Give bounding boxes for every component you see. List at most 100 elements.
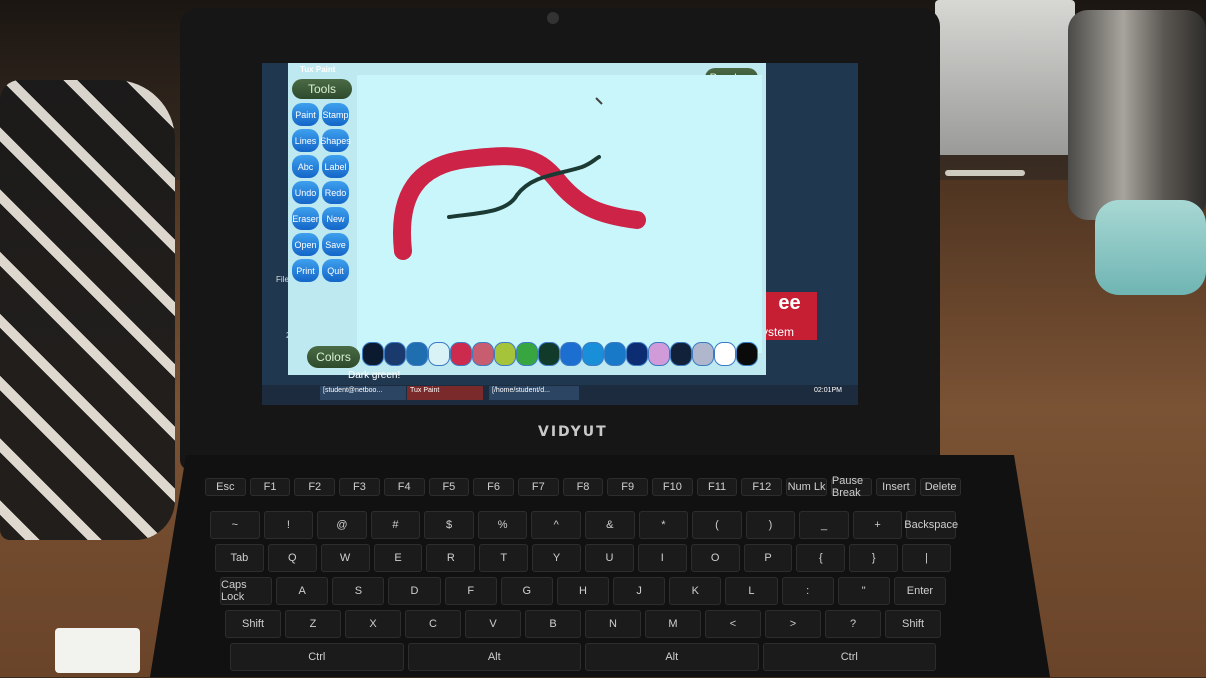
key-b[interactable]: B xyxy=(525,610,581,638)
key-enter[interactable]: Enter xyxy=(893,577,946,605)
key-x[interactable]: X xyxy=(345,610,401,638)
key-f8[interactable]: F8 xyxy=(562,478,604,496)
key--[interactable]: : xyxy=(781,577,834,605)
key-shift[interactable]: Shift xyxy=(885,610,941,638)
key--[interactable]: & xyxy=(585,511,635,539)
key-r[interactable]: R xyxy=(426,544,476,572)
color-swatch[interactable] xyxy=(406,342,428,366)
color-swatch[interactable] xyxy=(494,342,516,366)
color-swatch[interactable] xyxy=(604,342,626,366)
key--[interactable]: " xyxy=(837,577,890,605)
key-z[interactable]: Z xyxy=(285,610,341,638)
key-f6[interactable]: F6 xyxy=(473,478,514,496)
key--[interactable]: | xyxy=(902,544,951,572)
key-ctrl[interactable]: Ctrl xyxy=(230,643,404,671)
tool-new[interactable]: New xyxy=(322,207,349,230)
key-alt[interactable]: Alt xyxy=(585,643,759,671)
color-swatch[interactable] xyxy=(450,342,472,366)
key-g[interactable]: G xyxy=(500,577,553,605)
taskbar-filemanager[interactable]: [/home/student/d... xyxy=(489,386,579,400)
key-f9[interactable]: F9 xyxy=(607,478,649,496)
key-i[interactable]: I xyxy=(637,544,687,572)
tool-paint[interactable]: Paint xyxy=(292,103,319,126)
key-o[interactable]: O xyxy=(690,544,740,572)
key--[interactable]: ( xyxy=(692,511,742,539)
key-h[interactable]: H xyxy=(556,577,610,605)
key-u[interactable]: U xyxy=(585,544,634,572)
key-backspace[interactable]: Backspace xyxy=(904,511,958,539)
color-swatch[interactable] xyxy=(670,342,692,366)
key-m[interactable]: M xyxy=(645,610,701,638)
tool-stamp[interactable]: Stamp xyxy=(322,103,349,126)
key-f1[interactable]: F1 xyxy=(249,478,291,496)
color-swatch[interactable] xyxy=(428,342,450,366)
key-num-lk[interactable]: Num Lk xyxy=(786,478,827,496)
key-d[interactable]: D xyxy=(388,577,441,605)
key-p[interactable]: P xyxy=(743,544,793,572)
color-swatch[interactable] xyxy=(582,342,604,366)
key-insert[interactable]: Insert xyxy=(875,478,917,496)
color-swatch[interactable] xyxy=(362,342,384,366)
tool-redo[interactable]: Redo xyxy=(322,181,349,204)
tool-undo[interactable]: Undo xyxy=(292,181,319,204)
key--[interactable]: ! xyxy=(263,511,314,539)
key-f10[interactable]: F10 xyxy=(652,478,693,496)
tool-shapes[interactable]: Shapes xyxy=(320,129,351,152)
key-f[interactable]: F xyxy=(444,577,497,605)
key-s[interactable]: S xyxy=(332,577,385,605)
key-a[interactable]: A xyxy=(276,577,329,605)
color-swatch[interactable] xyxy=(714,342,736,366)
key-pause-break[interactable]: Pause Break xyxy=(830,475,872,499)
tool-open[interactable]: Open xyxy=(292,233,319,256)
key-k[interactable]: K xyxy=(669,577,722,605)
color-swatch[interactable] xyxy=(692,342,714,366)
key-y[interactable]: Y xyxy=(532,544,581,572)
tool-save[interactable]: Save xyxy=(322,233,349,256)
key--[interactable]: } xyxy=(849,544,899,572)
key-delete[interactable]: Delete xyxy=(920,478,961,496)
key-l[interactable]: L xyxy=(725,577,778,605)
key-shift[interactable]: Shift xyxy=(225,610,281,638)
key-f4[interactable]: F4 xyxy=(383,478,425,496)
taskbar-tuxpaint[interactable]: Tux Paint xyxy=(407,386,483,400)
color-swatch[interactable] xyxy=(736,342,758,366)
tool-abc[interactable]: Abc xyxy=(292,155,319,178)
color-swatch[interactable] xyxy=(538,342,560,366)
key--[interactable]: * xyxy=(638,511,689,539)
key-caps-lock[interactable]: Caps Lock xyxy=(220,577,273,605)
key-alt[interactable]: Alt xyxy=(407,643,581,671)
key--[interactable]: ? xyxy=(825,610,881,638)
key-w[interactable]: W xyxy=(320,544,370,572)
key--[interactable]: @ xyxy=(317,511,367,539)
color-swatch[interactable] xyxy=(472,342,494,366)
color-swatch[interactable] xyxy=(626,342,648,366)
key--[interactable]: + xyxy=(852,511,903,539)
key-f3[interactable]: F3 xyxy=(339,478,380,496)
tool-eraser[interactable]: Eraser xyxy=(292,207,319,230)
key-f5[interactable]: F5 xyxy=(428,478,470,496)
key-f7[interactable]: F7 xyxy=(517,478,559,496)
color-swatch[interactable] xyxy=(384,342,406,366)
key--[interactable]: # xyxy=(370,511,421,539)
color-swatch[interactable] xyxy=(648,342,670,366)
key--[interactable]: < xyxy=(705,610,761,638)
key-v[interactable]: V xyxy=(465,610,521,638)
drawing-canvas[interactable] xyxy=(357,75,762,353)
taskbar-terminal[interactable]: [student@netboo... xyxy=(320,386,406,400)
key--[interactable]: > xyxy=(765,610,821,638)
key-tab[interactable]: Tab xyxy=(215,544,264,572)
tool-lines[interactable]: Lines xyxy=(292,129,319,152)
key--[interactable]: ^ xyxy=(531,511,581,539)
color-swatch[interactable] xyxy=(560,342,582,366)
key-esc[interactable]: Esc xyxy=(205,478,246,496)
key-e[interactable]: E xyxy=(373,544,423,572)
key--[interactable]: $ xyxy=(424,511,474,539)
tool-label[interactable]: Label xyxy=(322,155,349,178)
key-t[interactable]: T xyxy=(479,544,529,572)
key-q[interactable]: Q xyxy=(267,544,317,572)
key-ctrl[interactable]: Ctrl xyxy=(762,643,936,671)
key-n[interactable]: N xyxy=(585,610,641,638)
key-f11[interactable]: F11 xyxy=(696,478,738,496)
key--[interactable]: ~ xyxy=(210,511,260,539)
key-f12[interactable]: F12 xyxy=(741,478,783,496)
